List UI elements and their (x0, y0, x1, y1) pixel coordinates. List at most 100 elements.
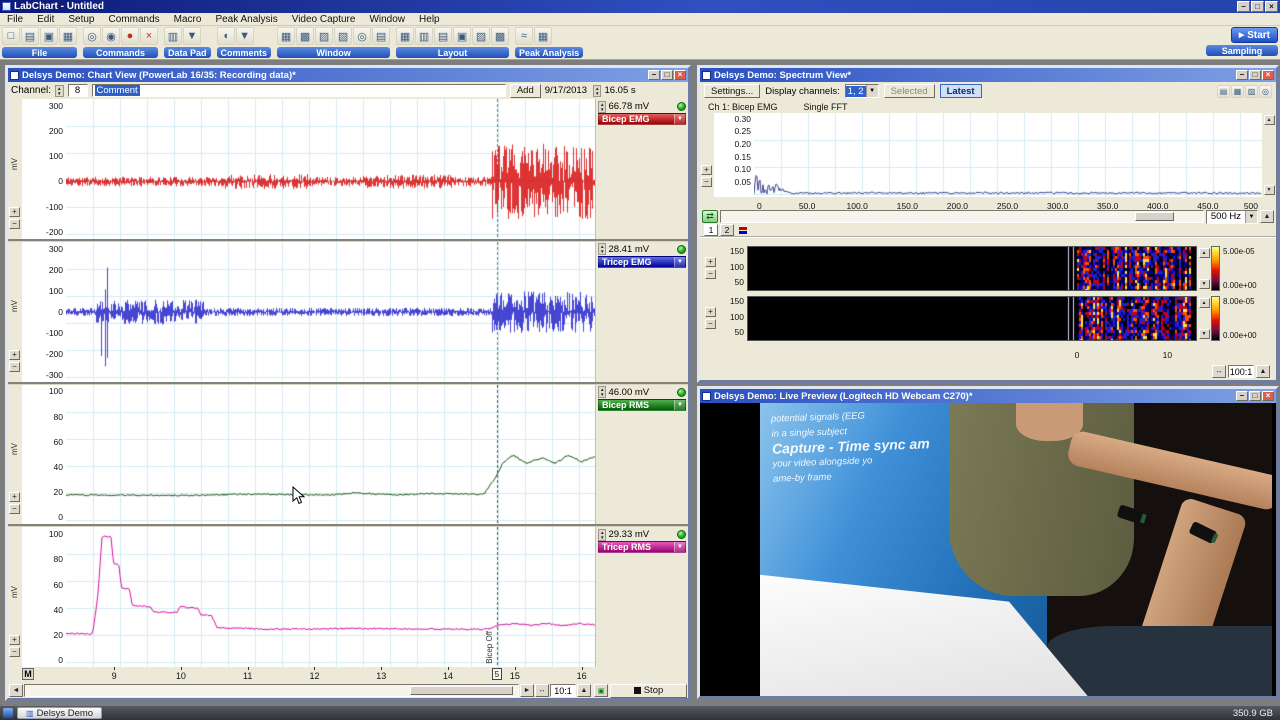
compress-axis-button[interactable]: ↔ (1212, 365, 1226, 378)
close-button[interactable]: × (1262, 391, 1274, 401)
expand-time-axis-button[interactable]: ▲ (577, 684, 591, 697)
scrollbar-thumb[interactable] (1135, 212, 1174, 221)
down-arrow-icon[interactable]: ▼ (600, 249, 604, 254)
notebook-icon[interactable]: ▤ (372, 27, 391, 45)
comment-icon[interactable]: ◖ (216, 27, 235, 45)
display-channels-select[interactable]: 1, 2 ▼ (844, 84, 879, 98)
minimize-button[interactable]: – (648, 70, 660, 80)
channel-name-button[interactable]: Tricep EMG ▼ (598, 255, 686, 268)
toolbar-group-label[interactable]: Peak Analysis (515, 47, 584, 58)
restore-button[interactable]: □ (661, 70, 673, 80)
fft-plot[interactable] (754, 113, 1262, 197)
app-maximize-button[interactable]: □ (1251, 1, 1264, 12)
toolbar-group-label[interactable]: Window (277, 47, 391, 58)
video-window-titlebar[interactable]: Delsys Demo: Live Preview (Logitech HD W… (700, 389, 1276, 403)
marker-block[interactable]: M (22, 668, 34, 680)
xy-view-icon[interactable]: ▧ (334, 27, 353, 45)
scale-up-button[interactable]: ▲ (1263, 115, 1275, 125)
zoom-in-button[interactable]: + (705, 257, 716, 267)
expand-axis-button[interactable]: ▲ (1256, 365, 1270, 378)
spectrogram-plot[interactable] (747, 296, 1197, 341)
settings-button[interactable]: Settings... (704, 84, 761, 98)
scale-up-button[interactable]: ▲ (1198, 248, 1210, 258)
tab-channel-1[interactable]: 1 (704, 224, 718, 236)
zoom-in-button[interactable]: + (701, 165, 712, 175)
macro-record-icon[interactable]: ● (121, 27, 139, 45)
toolbar-group-label[interactable]: File (2, 47, 77, 58)
zoom-in-button[interactable]: + (9, 635, 20, 645)
tab-channel-2[interactable]: 2 (720, 224, 734, 236)
zoom-out-button[interactable]: − (9, 361, 20, 372)
data-pad-icon[interactable]: ▥ (164, 27, 182, 45)
grid-icon[interactable]: ▦ (1231, 84, 1244, 98)
start-button[interactable]: ▶ Start (1230, 27, 1278, 43)
cascade-icon[interactable]: ▩ (296, 27, 315, 45)
arrange-icon[interactable]: ▩ (491, 27, 510, 45)
app-minimize-button[interactable]: – (1237, 1, 1250, 12)
scale-down-button[interactable]: ▼ (1263, 185, 1275, 195)
minimize-button[interactable]: – (1236, 70, 1248, 80)
signal-plot[interactable] (66, 241, 595, 382)
toolbar-group-label[interactable]: Data Pad (164, 47, 211, 58)
copy-icon[interactable]: ▤ (1217, 84, 1230, 98)
signal-plot[interactable] (66, 99, 595, 239)
taskbar-item-delsys-demo[interactable]: ▥ Delsys Demo (17, 707, 103, 719)
spectrum-window-titlebar[interactable]: Delsys Demo: Spectrum View* – □ × (700, 68, 1276, 82)
quick-launch-icon[interactable] (3, 708, 13, 718)
open-file-icon[interactable]: ▤ (21, 27, 39, 45)
delete-icon[interactable]: × (140, 27, 158, 45)
chevron-down-icon[interactable]: ▼ (865, 85, 878, 97)
scale-down-button[interactable]: ▼ (1198, 279, 1210, 289)
table-icon[interactable]: ▦ (534, 27, 553, 45)
chevron-down-icon[interactable]: ▼ (1245, 210, 1257, 223)
zoom-in-button[interactable]: + (9, 349, 20, 360)
compress-time-axis-button[interactable]: ↔ (535, 684, 549, 697)
down-arrow-icon[interactable]: ▼ (600, 392, 604, 397)
menu-file[interactable]: File (0, 13, 30, 25)
merge-icon[interactable]: ▣ (453, 27, 472, 45)
toolbar-group-label[interactable]: Comments (216, 47, 272, 58)
restore-button[interactable]: □ (1249, 391, 1261, 401)
layout-grid-icon[interactable]: ▦ (396, 27, 415, 45)
spectrogram-plot[interactable] (747, 246, 1197, 291)
zoom-window-icon[interactable]: ◎ (353, 27, 372, 45)
settings-icon[interactable]: ◎ (1259, 84, 1272, 98)
zoom-in-button[interactable]: + (9, 206, 20, 217)
menu-peak-analysis[interactable]: Peak Analysis (208, 13, 284, 25)
split-icon[interactable]: ▨ (472, 27, 491, 45)
menu-window[interactable]: Window (362, 13, 412, 25)
zoom-out-button[interactable]: − (9, 218, 20, 229)
menu-video-capture[interactable]: Video Capture (285, 13, 363, 25)
signal-plot[interactable] (66, 384, 595, 525)
restore-button[interactable]: □ (1249, 70, 1261, 80)
menu-setup[interactable]: Setup (61, 13, 101, 25)
down-arrow-icon[interactable]: ▼ (600, 535, 604, 540)
app-titlebar[interactable]: LabChart - Untitled – □ × (0, 0, 1280, 13)
add-comment-button[interactable]: Add (509, 83, 541, 98)
down-arrow-icon[interactable]: ▼ (595, 91, 599, 96)
comment-marker[interactable]: 5 (491, 668, 502, 680)
zoom-out-button[interactable]: − (701, 177, 712, 187)
zoom-out-button[interactable]: − (9, 504, 20, 515)
expand-frequency-axis-button[interactable]: ▲ (1260, 210, 1274, 223)
menu-commands[interactable]: Commands (102, 13, 167, 25)
toolbar-group-label[interactable]: Layout (396, 47, 510, 58)
down-arrow-icon[interactable]: ▼ (57, 91, 61, 96)
dropdown-icon[interactable]: ▼ (183, 27, 201, 45)
value-stepper[interactable]: ▲ ▼ (598, 243, 607, 256)
scroll-left-button[interactable]: ◄ (9, 684, 23, 697)
stop-button[interactable]: Stop (610, 683, 687, 698)
zoom-in-button[interactable]: + (705, 307, 716, 317)
scrollbar-thumb[interactable] (409, 686, 514, 695)
close-button[interactable]: × (674, 70, 686, 80)
time-zoom-ratio[interactable]: 10:1 (550, 684, 576, 697)
close-button[interactable]: × (1262, 70, 1274, 80)
refresh-button[interactable]: ⇄ (702, 210, 718, 223)
menu-edit[interactable]: Edit (30, 13, 61, 25)
channel-stepper[interactable]: ▲ ▼ (55, 84, 64, 97)
print-icon[interactable]: ▦ (59, 27, 77, 45)
comment-input[interactable]: Comment (91, 84, 506, 97)
value-stepper[interactable]: ▲ ▼ (598, 386, 607, 398)
add-col-icon[interactable]: ▤ (434, 27, 453, 45)
add-row-icon[interactable]: ▥ (415, 27, 434, 45)
